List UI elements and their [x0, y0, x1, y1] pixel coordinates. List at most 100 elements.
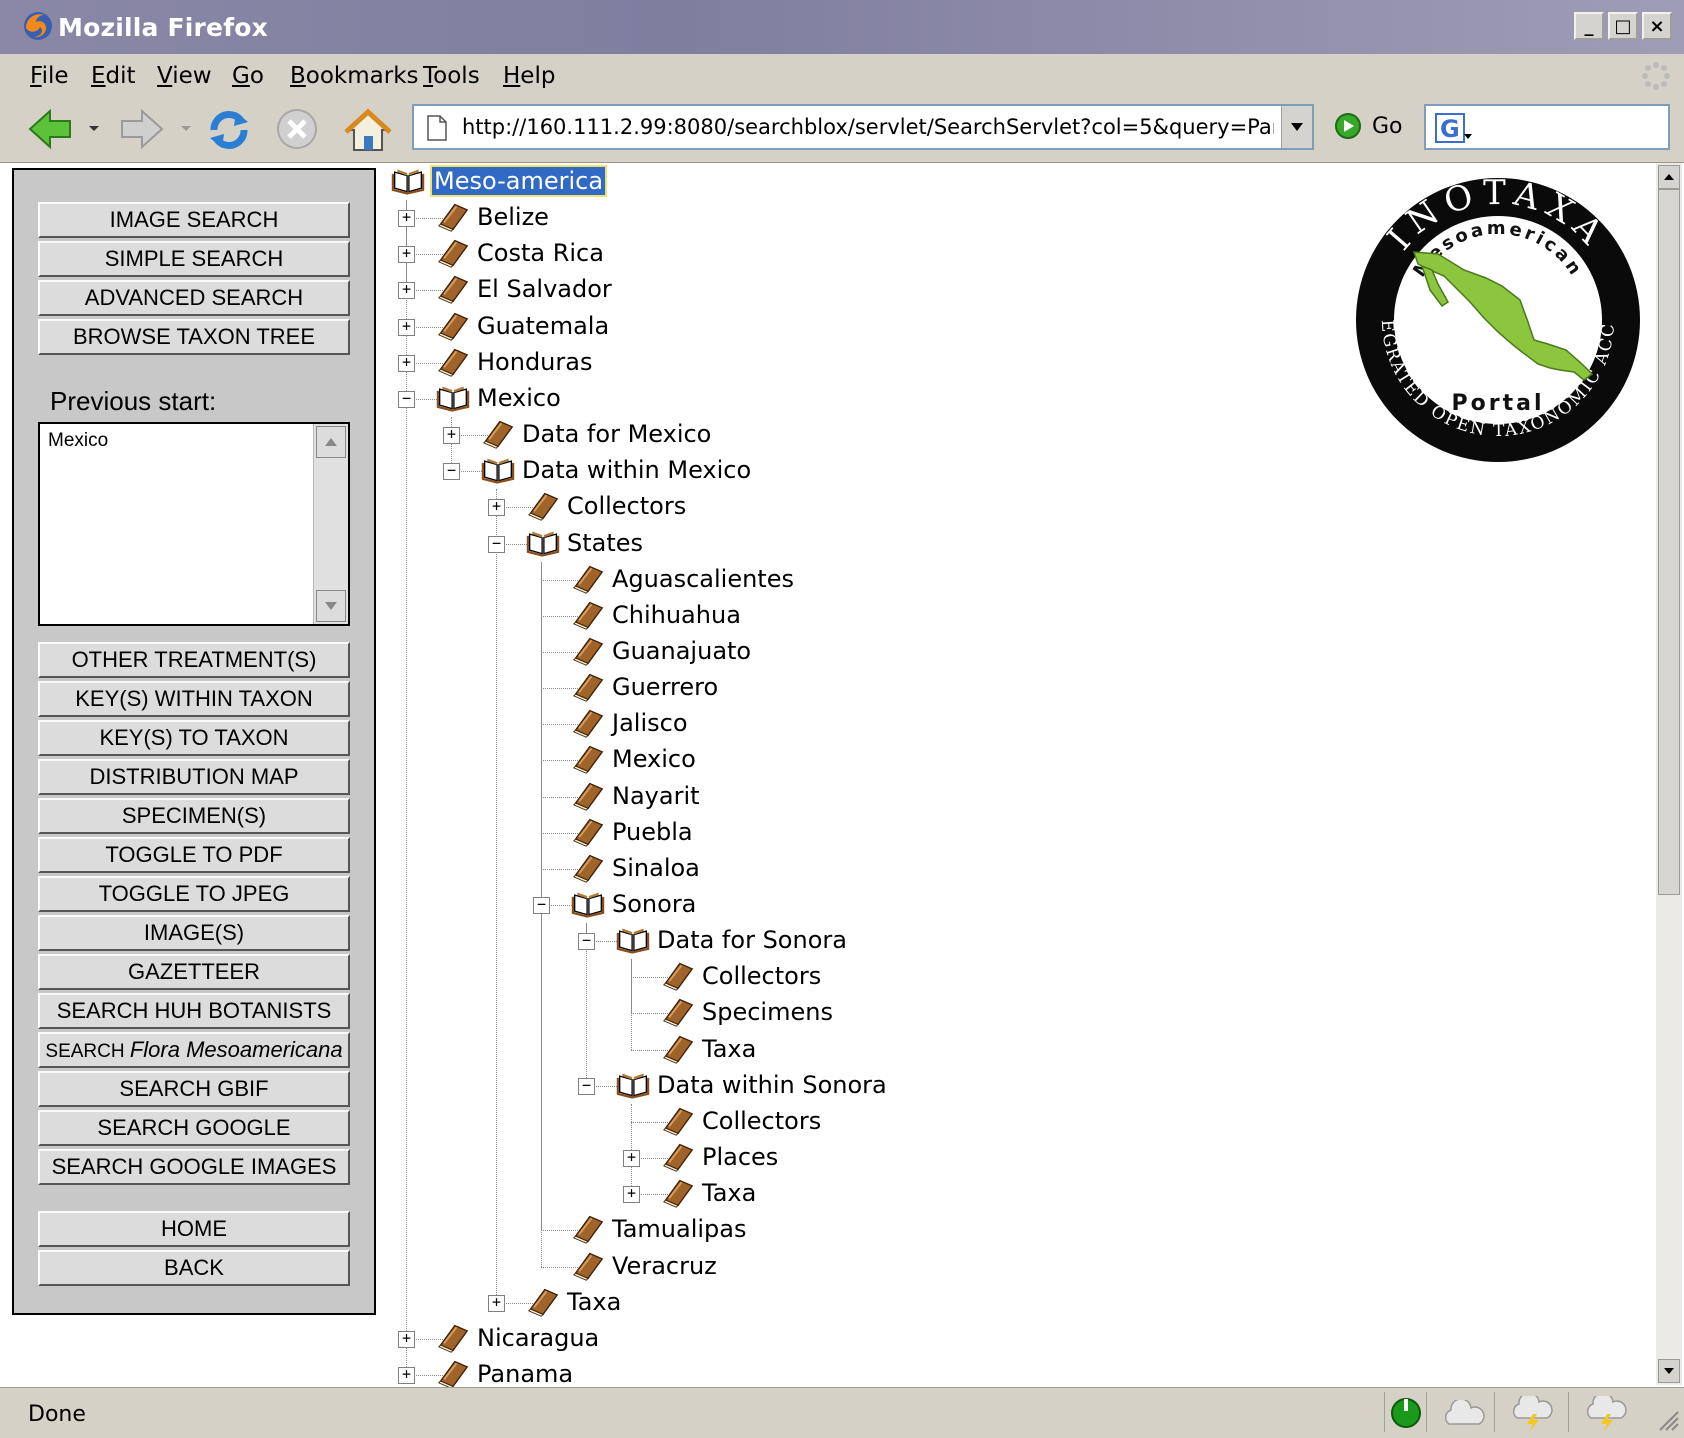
tree-node-label[interactable]: Nicaragua [477, 1324, 599, 1352]
tree-node-label[interactable]: Nayarit [612, 782, 700, 810]
scroll-down-arrow-icon[interactable] [1658, 1359, 1680, 1383]
tree-node-label[interactable]: Panama [477, 1360, 573, 1388]
search-gbif-button[interactable]: SEARCH GBIF [38, 1071, 350, 1107]
search-huh-botanists-button[interactable]: SEARCH HUH BOTANISTS [38, 993, 350, 1029]
tree-node-label[interactable]: Places [702, 1143, 778, 1171]
specimens-button[interactable]: SPECIMEN(S) [38, 798, 350, 834]
tree-node-label[interactable]: Data for Mexico [522, 420, 711, 448]
search-google-images-button[interactable]: SEARCH GOOGLE IMAGES [38, 1149, 350, 1185]
tree-node-label[interactable]: Collectors [567, 492, 686, 520]
tree-node-label[interactable]: Data within Mexico [522, 456, 751, 484]
browse-taxon-tree-button[interactable]: BROWSE TAXON TREE [38, 319, 350, 355]
tree-node-label[interactable]: Tamualipas [612, 1215, 746, 1243]
tree-node-label[interactable]: Costa Rica [477, 239, 604, 267]
tree-node-label[interactable]: Specimens [702, 998, 833, 1026]
tree-node-label[interactable]: Collectors [702, 962, 821, 990]
tree-node-label[interactable]: Veracruz [612, 1252, 717, 1280]
tree-node-label[interactable]: Belize [477, 203, 549, 231]
gazetteer-button[interactable]: GAZETTEER [38, 954, 350, 990]
scroll-thumb[interactable] [1658, 189, 1680, 895]
advanced-search-button[interactable]: ADVANCED SEARCH [38, 280, 350, 316]
tree-node-label[interactable]: States [567, 529, 643, 557]
back-dropdown-icon[interactable] [86, 120, 102, 136]
tree-node-label[interactable]: Jalisco [612, 709, 688, 737]
expand-toggle-icon[interactable]: + [623, 1186, 640, 1204]
collapse-toggle-icon[interactable]: − [578, 933, 595, 951]
tree-node-label[interactable]: Collectors [702, 1107, 821, 1135]
menu-file[interactable]: File [30, 63, 69, 89]
search-google-button[interactable]: SEARCH GOOGLE [38, 1110, 350, 1146]
collapse-toggle-icon[interactable]: − [578, 1077, 595, 1095]
expand-toggle-icon[interactable]: + [398, 246, 415, 264]
tree-node-label[interactable]: Aguascalientes [612, 565, 794, 593]
google-search-icon[interactable]: G [1434, 112, 1474, 144]
list-scrollbar[interactable] [313, 424, 348, 624]
expand-toggle-icon[interactable]: + [488, 499, 505, 517]
home-button[interactable]: HOME [38, 1211, 350, 1247]
collapse-toggle-icon[interactable]: − [488, 535, 505, 553]
back-icon[interactable] [26, 106, 76, 152]
collapse-toggle-icon[interactable]: − [533, 897, 550, 914]
go-button[interactable]: Go [1334, 112, 1403, 140]
tree-node-label[interactable]: Taxa [702, 1035, 756, 1063]
toggle-to-pdf-button[interactable]: TOGGLE TO PDF [38, 837, 350, 873]
expand-toggle-icon[interactable]: + [623, 1150, 640, 1168]
forward-icon[interactable] [116, 106, 166, 152]
tree-node-label[interactable]: Honduras [477, 348, 592, 376]
distribution-map-button[interactable]: DISTRIBUTION MAP [38, 759, 350, 795]
scroll-down-icon[interactable] [316, 590, 346, 622]
tree-node-label[interactable]: Sonora [612, 890, 696, 918]
other-treatments-button[interactable]: OTHER TREATMENT(S) [38, 642, 350, 678]
expand-toggle-icon[interactable]: + [398, 354, 415, 372]
expand-toggle-icon[interactable]: + [398, 1366, 415, 1384]
menu-bookmarks[interactable]: Bookmarks [290, 63, 419, 89]
tree-node-label[interactable]: Guatemala [477, 312, 609, 340]
menu-go[interactable]: Go [232, 63, 264, 89]
forward-dropdown-icon[interactable] [178, 120, 194, 136]
tree-node-label[interactable]: Data within Sonora [657, 1071, 887, 1099]
menu-view[interactable]: View [157, 63, 212, 89]
simple-search-button[interactable]: SIMPLE SEARCH [38, 241, 350, 277]
tree-node-label[interactable]: El Salvador [477, 275, 612, 303]
images-button[interactable]: IMAGE(S) [38, 915, 350, 951]
home-icon[interactable] [342, 106, 394, 154]
url-bar[interactable]: http://160.111.2.99:8080/searchblox/serv… [412, 104, 1314, 150]
menu-help[interactable]: Help [503, 63, 555, 89]
stop-icon[interactable] [274, 106, 320, 152]
tree-node-label[interactable]: Chihuahua [612, 601, 741, 629]
tree-node-label[interactable]: Taxa [567, 1288, 621, 1316]
scroll-up-icon[interactable] [316, 426, 346, 458]
expand-toggle-icon[interactable]: + [443, 427, 460, 445]
toggle-to-jpeg-button[interactable]: TOGGLE TO JPEG [38, 876, 350, 912]
tree-node-label[interactable]: Sinaloa [612, 854, 700, 882]
search-flora-mesoamericana-button[interactable]: SEARCH Flora Mesoamericana [38, 1032, 350, 1068]
scroll-up-arrow-icon[interactable] [1658, 165, 1680, 189]
tree-node-label[interactable]: Puebla [612, 818, 693, 846]
menu-tools[interactable]: Tools [423, 63, 480, 89]
expand-toggle-icon[interactable]: + [398, 1330, 415, 1348]
page-scrollbar[interactable] [1656, 163, 1682, 1385]
list-item[interactable]: Mexico [48, 430, 108, 452]
minimize-button[interactable]: _ [1574, 12, 1604, 40]
image-search-button[interactable]: IMAGE SEARCH [38, 202, 350, 238]
tree-node-label[interactable]: Taxa [702, 1179, 756, 1207]
tree-node-label[interactable]: Data for Sonora [657, 926, 847, 954]
tree-node-label[interactable]: Meso-america [429, 165, 608, 197]
maximize-button[interactable]: □ [1608, 12, 1638, 40]
expand-toggle-icon[interactable]: + [398, 210, 415, 228]
search-box[interactable]: G [1424, 104, 1670, 150]
keys-to-taxon-button[interactable]: KEY(S) TO TAXON [38, 720, 350, 756]
collapse-toggle-icon[interactable]: − [398, 390, 415, 408]
tree-node-label[interactable]: Mexico [612, 745, 696, 773]
expand-toggle-icon[interactable]: + [488, 1294, 505, 1312]
back-button[interactable]: BACK [38, 1250, 350, 1286]
reload-icon[interactable] [204, 106, 254, 154]
close-button[interactable]: × [1642, 12, 1672, 40]
collapse-toggle-icon[interactable]: − [443, 463, 460, 481]
expand-toggle-icon[interactable]: + [398, 318, 415, 336]
previous-start-list[interactable]: Mexico [38, 422, 350, 626]
tree-node-label[interactable]: Guanajuato [612, 637, 751, 665]
keys-within-taxon-button[interactable]: KEY(S) WITHIN TAXON [38, 681, 350, 717]
tree-node-label[interactable]: Mexico [477, 384, 561, 412]
menu-edit[interactable]: Edit [91, 63, 136, 89]
